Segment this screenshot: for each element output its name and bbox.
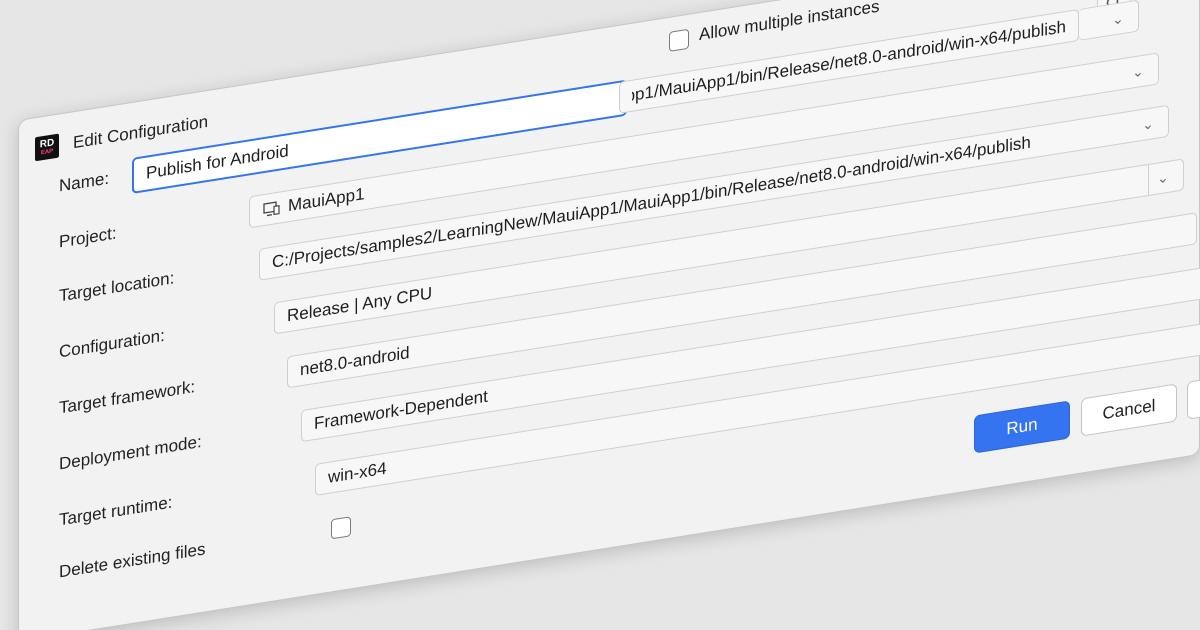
- chevron-down-icon: ⌄: [1132, 62, 1144, 81]
- screen: RD EAP Edit Configuration Allow multiple…: [0, 0, 1200, 630]
- run-configuration-dropdown[interactable]: ⌄: [1079, 0, 1139, 41]
- cancel-button[interactable]: Cancel: [1081, 383, 1177, 437]
- allow-multiple-checkbox[interactable]: [669, 28, 689, 52]
- target-runtime-label: Target runtime:: [59, 492, 173, 530]
- configuration-label: Configuration:: [59, 325, 165, 362]
- project-label: Project:: [59, 223, 117, 252]
- chevron-down-icon: ⌄: [1142, 114, 1154, 133]
- dialog-title: Edit Configuration: [73, 111, 209, 153]
- delete-existing-label: Delete existing files: [59, 539, 206, 582]
- chevron-down-icon: ⌄: [1112, 9, 1124, 28]
- project-icon: [263, 201, 280, 217]
- chevron-down-icon: ⌄: [1148, 160, 1177, 196]
- delete-existing-checkbox[interactable]: [331, 516, 351, 540]
- apply-button[interactable]: [1187, 372, 1200, 420]
- run-button[interactable]: Run: [974, 400, 1070, 454]
- target-framework-label: Target framework:: [59, 376, 196, 418]
- app-logo-badge: EAP: [40, 147, 54, 156]
- deployment-mode-label: Deployment mode:: [59, 431, 202, 474]
- target-location-label: Target location:: [59, 268, 175, 306]
- edit-configuration-dialog: RD EAP Edit Configuration Allow multiple…: [18, 0, 1200, 630]
- app-logo-icon: RD EAP: [35, 133, 59, 162]
- allow-multiple-label: Allow multiple instances: [699, 0, 880, 45]
